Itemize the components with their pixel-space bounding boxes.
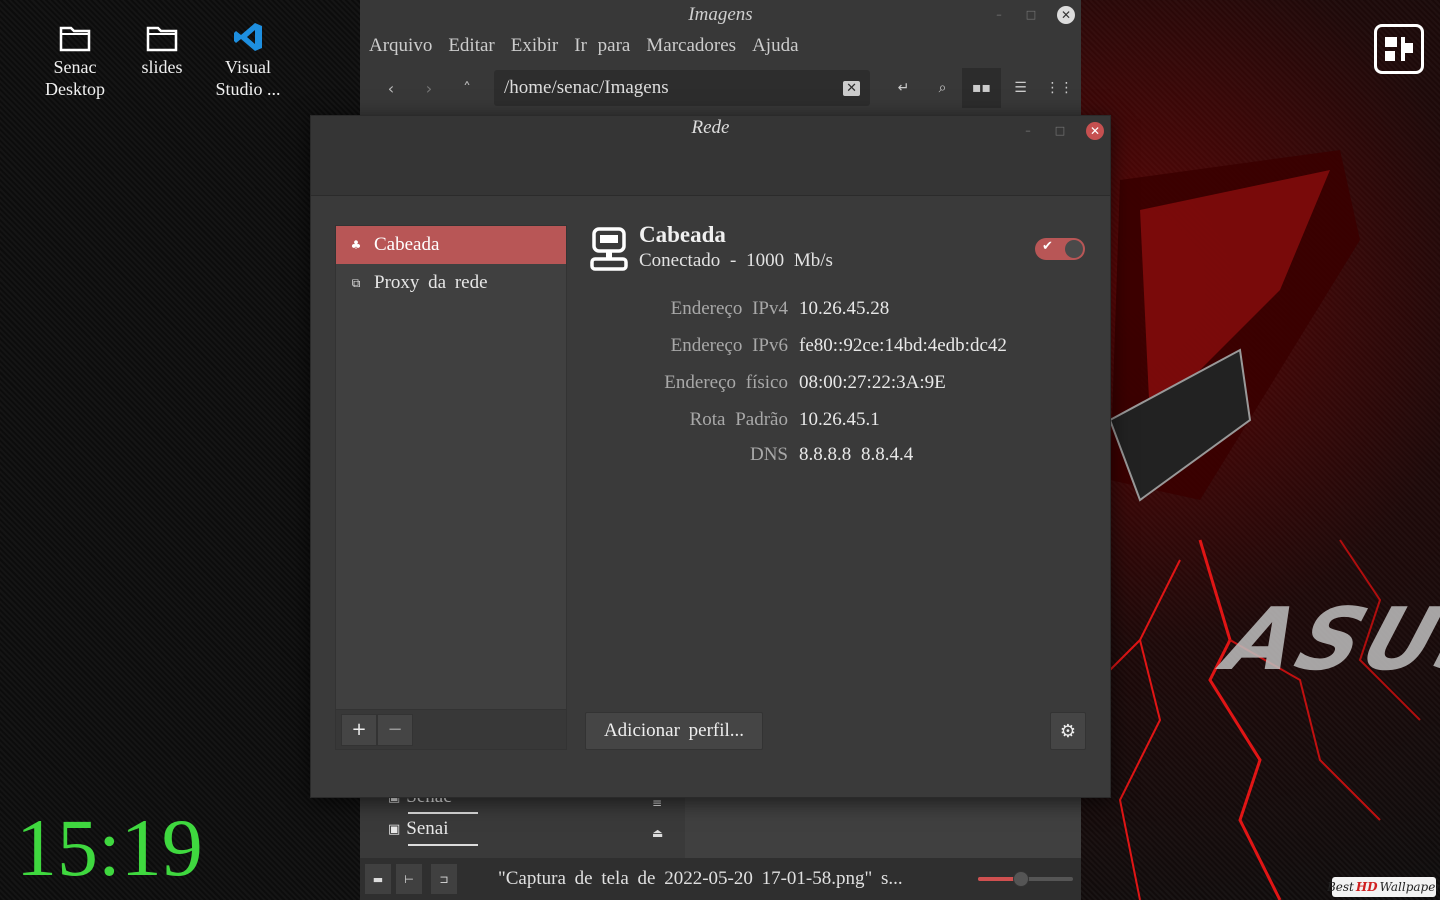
search-icon[interactable]: ⌕ [923, 68, 962, 108]
wallpaper-watermark: Best HD Wallpaper [1327, 877, 1440, 897]
desktop-icon-slides[interactable]: slides [122, 20, 202, 78]
menu-exibir[interactable]: Exibir [511, 35, 559, 57]
folder-icon [146, 26, 178, 52]
remove-connection-button[interactable]: − [377, 713, 413, 746]
detail-key: Endereço físico [664, 372, 788, 393]
network-dialog[interactable]: Rede – □ ✕ ♣ Cabeada ⧉ Proxy da rede + −… [310, 115, 1111, 798]
sidebar-item-label: Senai [406, 818, 449, 839]
desktop-icon-label: slides [141, 57, 183, 77]
wired-device-icon [590, 227, 628, 271]
detail-row-mac: Endereço físico 08:00:27:22:3A:9E [583, 372, 946, 394]
menu-lines-icon[interactable]: ≡ [652, 796, 662, 810]
desktop-icon-label: Visual [225, 57, 271, 77]
folder-icon [59, 26, 91, 52]
add-profile-button[interactable]: Adicionar perfil... [585, 712, 763, 750]
detail-row-route: Rota Padrão 10.26.45.1 [583, 409, 880, 431]
device-name: Cabeada [639, 222, 726, 247]
show-places-icon[interactable]: ▬ [365, 864, 391, 894]
file-area[interactable] [685, 798, 1081, 858]
drive-icon: ▣ [388, 821, 401, 837]
toggle-knob [1065, 240, 1083, 258]
back-icon[interactable]: ‹ [372, 79, 410, 98]
detail-value: fe80::92ce:14bd:4edb:dc42 [799, 335, 1007, 356]
connection-toggle[interactable]: ✔ [1035, 238, 1085, 260]
detail-row-dns: DNS 8.8.8.8 8.8.4.4 [583, 444, 913, 466]
detail-key: DNS [749, 444, 788, 465]
places-sidebar: ▣ Senac ≡ ▣ Senai ⏏ [360, 786, 685, 858]
watermark-text-hd: HD [1355, 880, 1378, 894]
wired-network-icon: ♣ [350, 238, 362, 252]
check-icon: ✔ [1042, 239, 1053, 254]
settings-widget-icon[interactable] [1374, 24, 1424, 74]
connection-item-proxy[interactable]: ⧉ Proxy da rede [336, 264, 566, 302]
desktop-icon-visual-studio[interactable]: Visual Studio ... [208, 20, 288, 100]
list-view-icon[interactable]: ☰ [1001, 68, 1040, 108]
status-text: "Captura de tela de 2022-05-20 17-01-58.… [498, 868, 903, 889]
path-text: /home/senac/Imagens [504, 77, 669, 98]
menu-ir-para[interactable]: Ir para [574, 35, 630, 57]
wallpaper-art [1080, 120, 1440, 900]
asus-logo: ASUS [1213, 590, 1440, 690]
maximize-button[interactable]: □ [1054, 125, 1066, 137]
menu-ajuda[interactable]: Ajuda [752, 35, 798, 57]
zoom-slider[interactable] [978, 871, 1073, 887]
add-connection-button[interactable]: + [341, 713, 377, 746]
connection-item-cabeada[interactable]: ♣ Cabeada [336, 226, 566, 264]
detail-key: Endereço IPv6 [670, 335, 788, 356]
dialog-header[interactable]: Rede – □ ✕ [311, 116, 1110, 196]
gear-icon: ⚙ [1059, 720, 1077, 742]
minimize-button[interactable]: – [1022, 125, 1034, 137]
location-bar[interactable]: /home/senac/Imagens ✕ [494, 70, 870, 106]
detail-row-ipv4: Endereço IPv4 10.26.45.28 [583, 298, 890, 320]
toolbar: ‹ › ˄ /home/senac/Imagens ✕ ↵ ⌕ ▪▪ ☰ ⋮⋮ [360, 62, 1081, 114]
status-bar: ▬ ⊢ ⊐ "Captura de tela de 2022-05-20 17-… [360, 858, 1081, 900]
maximize-button[interactable]: □ [1025, 9, 1037, 21]
device-status: Conectado - 1000 Mb/s [639, 250, 833, 271]
clear-path-icon[interactable]: ✕ [843, 80, 860, 96]
connection-details: Cabeada Conectado - 1000 Mb/s ✔ Endereço… [583, 222, 1093, 752]
close-button[interactable]: ✕ [1057, 6, 1075, 24]
show-tree-icon[interactable]: ⊢ [396, 864, 422, 894]
connection-label: Proxy da rede [374, 272, 488, 293]
dialog-title: Rede [691, 117, 730, 138]
detail-value: 8.8.8.8 8.8.4.4 [799, 444, 914, 465]
desktop-clock: 15:19 [16, 802, 203, 893]
icon-view-icon[interactable]: ▪▪ [962, 68, 1001, 108]
up-icon[interactable]: ˄ [448, 79, 486, 98]
proxy-icon: ⧉ [351, 275, 361, 290]
eject-icon[interactable]: ⏏ [652, 826, 663, 840]
file-manager-titlebar[interactable]: Imagens – □ ✕ [360, 0, 1081, 30]
minimize-button[interactable]: – [993, 9, 1005, 21]
watermark-text-b: Wallpaper [1379, 880, 1440, 894]
menu-arquivo[interactable]: Arquivo [369, 35, 432, 57]
detail-value: 10.26.45.1 [799, 409, 880, 430]
settings-button[interactable]: ⚙ [1050, 712, 1086, 750]
menu-marcadores[interactable]: Marcadores [646, 35, 736, 57]
detail-key: Endereço IPv4 [670, 298, 788, 319]
menu-bar: Arquivo Editar Exibir Ir para Marcadores… [360, 30, 1081, 62]
close-button[interactable]: ✕ [1086, 122, 1104, 140]
compact-view-icon[interactable]: ⋮⋮ [1040, 68, 1079, 108]
desktop-icon-senac-desktop[interactable]: Senac Desktop [35, 20, 115, 100]
detail-key: Rota Padrão [689, 409, 788, 430]
desktop-icon-label: Studio ... [215, 79, 281, 99]
connection-list: ♣ Cabeada ⧉ Proxy da rede + − [335, 225, 567, 750]
vscode-icon [234, 23, 262, 51]
sidebar-item-senai[interactable]: ▣ Senai [388, 818, 478, 846]
desktop-icon-label: Desktop [45, 79, 105, 99]
toggle-location-icon[interactable]: ↵ [884, 68, 923, 108]
watermark-text-a: Best [1326, 880, 1354, 894]
forward-icon[interactable]: › [410, 79, 448, 98]
zoom-knob[interactable] [1012, 871, 1029, 887]
desktop-icon-label: Senac [53, 57, 97, 77]
detail-row-ipv6: Endereço IPv6 fe80::92ce:14bd:4edb:dc42 [583, 335, 1007, 357]
list-toolbar: + − [336, 709, 566, 749]
connection-label: Cabeada [374, 234, 440, 255]
hide-sidebar-icon[interactable]: ⊐ [431, 864, 457, 894]
window-title: Imagens [688, 4, 753, 25]
detail-value: 10.26.45.28 [799, 298, 890, 319]
menu-editar[interactable]: Editar [448, 35, 494, 57]
sliders-icon [1385, 37, 1413, 61]
detail-value: 08:00:27:22:3A:9E [799, 372, 946, 393]
